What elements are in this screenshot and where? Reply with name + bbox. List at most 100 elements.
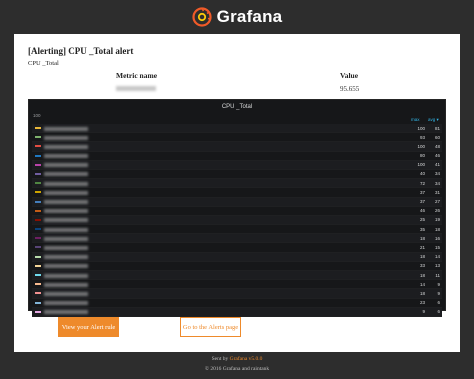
cell-avg: 16 xyxy=(434,235,440,241)
table-row: 100 81 xyxy=(32,124,442,134)
series-color-swatch xyxy=(35,228,41,231)
series-color-swatch xyxy=(35,246,41,249)
metric-value: 95.655 xyxy=(340,85,360,93)
series-name-redacted xyxy=(44,209,88,214)
series-color-swatch xyxy=(35,200,41,203)
table-row: 96 xyxy=(32,307,442,317)
series-color-swatch xyxy=(35,274,41,276)
legend-header-avg: avg ▾ xyxy=(428,117,439,122)
alert-title: [Alerting] CPU _Total alert xyxy=(28,46,134,56)
cell-max: 18 xyxy=(419,254,425,260)
cell-avg: 15 xyxy=(434,244,440,250)
series-name-redacted xyxy=(44,190,88,195)
cell-avg: 41 xyxy=(434,162,440,168)
series-name-redacted xyxy=(44,310,88,315)
series-color-swatch xyxy=(35,237,41,240)
table-row: 46 26 xyxy=(32,207,442,216)
table-row: 23 6 xyxy=(32,299,442,308)
series-color-swatch xyxy=(35,255,41,258)
table-row: 40 34 xyxy=(32,170,442,180)
cell-max: 93 xyxy=(419,134,425,140)
cell-max: 37 xyxy=(419,199,425,204)
grafana-logo-icon xyxy=(192,7,212,27)
cell-avg: 14 xyxy=(434,254,440,260)
series-color-swatch xyxy=(35,191,41,194)
metric-name-redacted xyxy=(116,85,156,93)
cell-avg: 9 xyxy=(437,290,440,296)
series-name-redacted xyxy=(44,227,88,232)
cell-avg: 34 xyxy=(434,180,440,186)
series-name-redacted xyxy=(44,236,88,241)
series-color-swatch xyxy=(35,163,41,166)
series-name-redacted xyxy=(44,218,88,223)
series-color-swatch xyxy=(35,154,41,157)
cell-avg: 27 xyxy=(434,199,440,204)
cell-avg: 60 xyxy=(434,134,440,140)
table-row: 93 60 xyxy=(32,133,442,143)
go-to-alerts-button[interactable]: Go to the Alerts page xyxy=(180,317,241,337)
cell-avg: 48 xyxy=(434,143,440,149)
cell-avg: 9 xyxy=(437,281,440,287)
legend-table: 100 81 93 60 100 48 80 46 100 41 40 34 72 34 37 31 37 27 4… xyxy=(32,124,442,317)
series-name-redacted xyxy=(44,135,88,140)
series-color-swatch xyxy=(35,283,41,286)
series-color-swatch xyxy=(35,292,41,295)
value-header: Value xyxy=(340,71,359,80)
cell-max: 9 xyxy=(422,309,425,315)
series-color-swatch xyxy=(35,145,41,148)
table-row: 37 27 xyxy=(32,197,442,207)
series-name-redacted xyxy=(44,154,88,159)
series-color-swatch xyxy=(35,209,41,212)
cell-avg: 11 xyxy=(435,272,440,278)
series-name-redacted xyxy=(44,245,88,250)
series-color-swatch xyxy=(35,218,41,221)
series-name-redacted xyxy=(44,200,88,204)
series-color-swatch xyxy=(35,136,41,139)
series-name-redacted xyxy=(44,126,88,131)
table-row: 18 14 xyxy=(32,252,442,262)
cell-max: 100 xyxy=(417,143,425,149)
series-name-redacted xyxy=(44,181,88,186)
grafana-logo: Grafana xyxy=(192,7,283,27)
table-row: 14 9 xyxy=(32,280,442,290)
table-row: 80 46 xyxy=(32,152,442,161)
cell-max: 100 xyxy=(417,162,425,168)
grafana-version-link[interactable]: Grafana v5.0.0 xyxy=(230,356,263,362)
table-row: 18 11 xyxy=(32,271,442,281)
cell-max: 80 xyxy=(419,153,425,159)
cell-max: 35 xyxy=(419,226,425,232)
series-name-redacted xyxy=(44,301,88,306)
legend-header-max: max xyxy=(411,117,420,122)
panel-title: CPU _Total xyxy=(221,104,253,110)
table-row: 33 13 xyxy=(32,262,442,271)
alert-card: [Alerting] CPU _Total alert CPU _Total M… xyxy=(14,34,460,352)
cell-avg: 26 xyxy=(434,208,440,214)
cell-avg: 34 xyxy=(434,171,440,177)
series-name-redacted xyxy=(44,291,88,296)
series-name-redacted xyxy=(44,163,88,168)
sent-by-text: Sent by xyxy=(211,356,229,362)
table-row: 25 19 xyxy=(32,215,442,226)
footer-copyright: © 2016 Grafana and raintank xyxy=(204,366,270,372)
series-name-redacted xyxy=(44,172,88,177)
cell-max: 33 xyxy=(419,263,425,269)
cell-max: 72 xyxy=(419,180,425,186)
view-alert-rule-button[interactable]: View your Alert rule xyxy=(58,317,119,337)
metric-name-header: Metric name xyxy=(116,71,158,80)
table-row: 35 18 xyxy=(32,225,442,235)
y-axis-tick: 100 xyxy=(33,113,41,118)
series-color-swatch xyxy=(35,127,41,129)
series-name-redacted xyxy=(44,273,88,278)
series-color-swatch xyxy=(35,310,41,313)
cell-avg: 19 xyxy=(434,217,440,223)
cell-avg: 81 xyxy=(434,125,440,131)
alert-subtitle: CPU _Total xyxy=(28,60,59,67)
cell-max: 23 xyxy=(419,300,425,306)
table-row: 18 16 xyxy=(32,234,442,244)
series-name-redacted xyxy=(44,144,88,149)
table-row: 37 31 xyxy=(32,188,442,198)
table-row: 100 48 xyxy=(32,142,442,152)
series-color-swatch xyxy=(35,301,41,304)
email-header: Grafana xyxy=(0,0,474,34)
cell-max: 18 xyxy=(419,290,425,296)
